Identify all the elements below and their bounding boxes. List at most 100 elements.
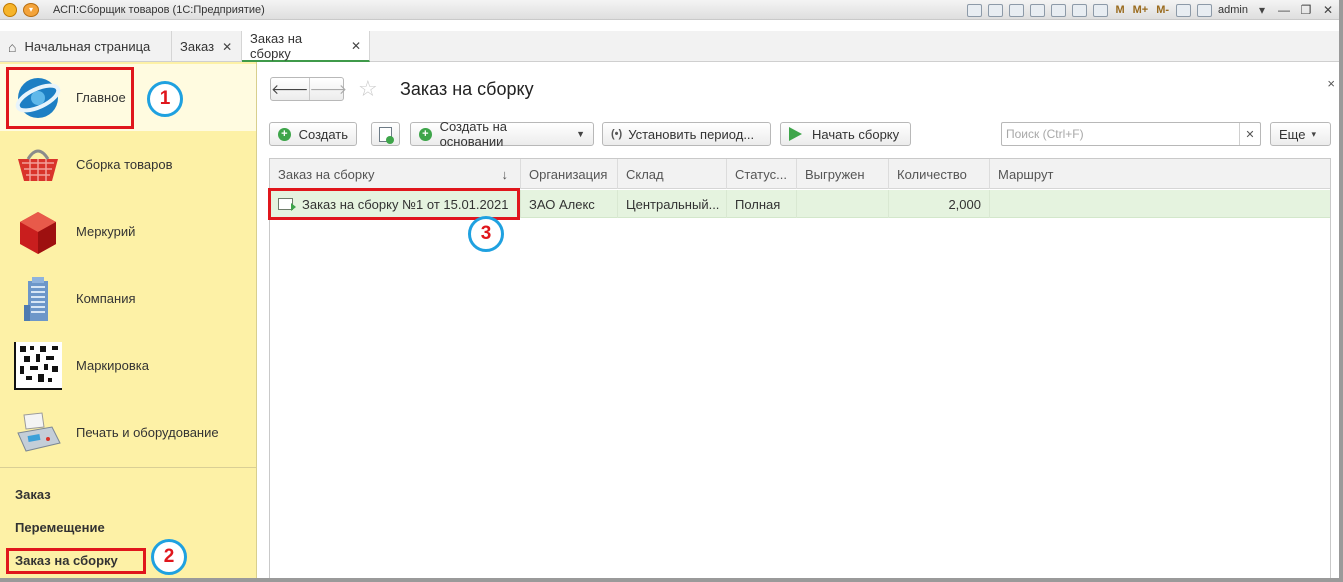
page-title: Заказ на сборку [400,79,534,99]
tab-label: Заказ на сборку [250,30,303,61]
column-label: Маршрут [998,166,1054,182]
tab-order[interactable]: Заказ ✕ [172,31,242,62]
memory-plus-button[interactable]: M+ [1133,4,1149,16]
column-label: Выгружен [805,166,865,182]
create-button[interactable]: + Создать [269,122,357,146]
print-icon[interactable] [988,3,1004,17]
zoom-icon[interactable] [1176,3,1192,17]
calendar-icon[interactable] [1093,3,1109,17]
calculator-icon[interactable] [1072,3,1088,17]
close-icon[interactable]: ✕ [1317,0,1339,20]
orders-table: Заказ на сборку ↓ Организация Склад Стат… [269,158,1331,578]
sidebar-divider [0,467,256,468]
set-period-button[interactable]: (•) Установить период... [602,122,771,146]
favorite-star-icon[interactable]: ☆ [358,76,378,102]
table-header: Заказ на сборку ↓ Организация Склад Стат… [270,159,1330,189]
chevron-down-icon: ▾ [1311,128,1316,139]
section-label: Меркурий [76,224,136,239]
save-icon[interactable] [967,3,983,17]
create-based-on-button[interactable]: + Создать на основании ▼ [410,119,594,149]
memory-minus-button[interactable]: M- [1156,4,1169,16]
red-cube-icon [20,211,56,254]
tab-assembly-order[interactable]: Заказ на сборку ✕ [242,31,370,62]
button-label: Создать на основании [439,119,508,149]
annotation-box-main [6,67,134,129]
sidebar-link-order[interactable]: Заказ [15,487,51,502]
column-label: Количество [897,166,967,182]
back-arrow-icon[interactable]: 🡐 [271,78,309,100]
tab-label: Заказ [180,39,215,54]
cell-unloaded [797,190,889,218]
section-label: Маркировка [76,358,149,373]
section-label: Компания [76,291,136,306]
section-label: Печать и оборудование [76,425,219,440]
clear-search-icon[interactable]: ✕ [1239,123,1260,145]
column-label: Заказ на сборку [278,166,375,182]
section-company[interactable]: Компания [0,265,256,332]
column-header-organization[interactable]: Организация [521,159,618,189]
button-label: Создать [298,126,348,142]
app-logo-icon [3,2,17,17]
chevron-down-icon: ▼ [576,129,585,139]
preview-icon[interactable] [1009,3,1025,17]
more-menu-icon[interactable]: ▾ [1251,0,1273,20]
period-icon: (•) [611,128,623,140]
document-add-icon [379,126,394,144]
button-label: Еще [1279,126,1306,142]
tab-label: Начальная страница [24,39,151,54]
section-mercury[interactable]: Меркурий [0,198,256,265]
annotation-box-assembly-link [6,548,146,574]
minimize-icon[interactable]: — [1273,0,1295,20]
history-icon[interactable] [1051,3,1067,17]
history-nav: 🡐 🡒 [270,77,347,101]
close-tab-icon[interactable]: ✕ [222,40,232,54]
building-icon [24,276,48,321]
column-label: Склад [626,166,664,182]
cell-route [990,190,1330,218]
maximize-icon[interactable]: ❐ [1295,0,1317,20]
tab-home[interactable]: ⌂ Начальная страница [0,31,172,62]
column-header-quantity[interactable]: Количество [889,159,990,189]
close-form-icon[interactable]: × [1327,76,1335,91]
user-name[interactable]: admin [1218,4,1248,16]
search-input[interactable] [1002,123,1239,145]
annotation-marker-3: 3 [468,216,504,252]
main-menu-button[interactable]: ▾ [23,2,39,17]
start-assembly-button[interactable]: Начать сборку [780,122,911,146]
close-tab-icon[interactable]: ✕ [351,39,361,53]
section-goods-assembly[interactable]: Сборка товаров [0,131,256,198]
panels-icon[interactable] [1197,3,1213,17]
sections-panel: Главное Сборка товаров Меркурий Компания… [0,62,257,578]
annotation-marker-1: 1 [147,81,183,117]
cell-organization: ЗАО Алекс [521,190,618,218]
cell-warehouse: Центральный... [618,190,727,218]
datamatrix-icon [14,341,62,390]
section-print-equipment[interactable]: Печать и оборудование [0,399,256,466]
section-marking[interactable]: Маркировка [0,332,256,399]
cash-register-icon [17,411,61,452]
forward-arrow-icon[interactable]: 🡒 [308,78,347,100]
link-icon[interactable] [1030,3,1046,17]
plus-icon: + [278,127,291,141]
sort-down-icon: ↓ [501,166,509,182]
cell-quantity: 2,000 [889,190,990,218]
title-toolbar: M M+ M- admin ▾ — ❐ ✕ [964,0,1339,20]
column-header-order[interactable]: Заказ на сборку ↓ [270,159,521,189]
assembly-order-list-form: 🡐 🡒 ☆ Заказ на сборку × + Создать + Созд… [257,62,1339,578]
sidebar-link-transfer[interactable]: Перемещение [15,520,105,535]
search-box: ✕ [1001,122,1261,146]
more-button[interactable]: Еще ▾ [1270,122,1331,146]
window-title: АСП:Сборщик товаров (1С:Предприятие) [53,3,265,16]
plus-icon: + [419,127,432,141]
column-header-warehouse[interactable]: Склад [618,159,727,189]
column-header-route[interactable]: Маршрут [990,159,1330,189]
button-label: Начать сборку [812,126,900,142]
create-copy-button[interactable] [371,122,400,146]
button-label: Установить период... [628,126,755,142]
column-header-status[interactable]: Статус... [727,159,797,189]
column-header-unloaded[interactable]: Выгружен [797,159,889,189]
play-icon [789,127,802,141]
annotation-box-order-row [268,188,520,220]
memory-button[interactable]: M [1115,4,1124,16]
section-label: Сборка товаров [76,157,173,172]
